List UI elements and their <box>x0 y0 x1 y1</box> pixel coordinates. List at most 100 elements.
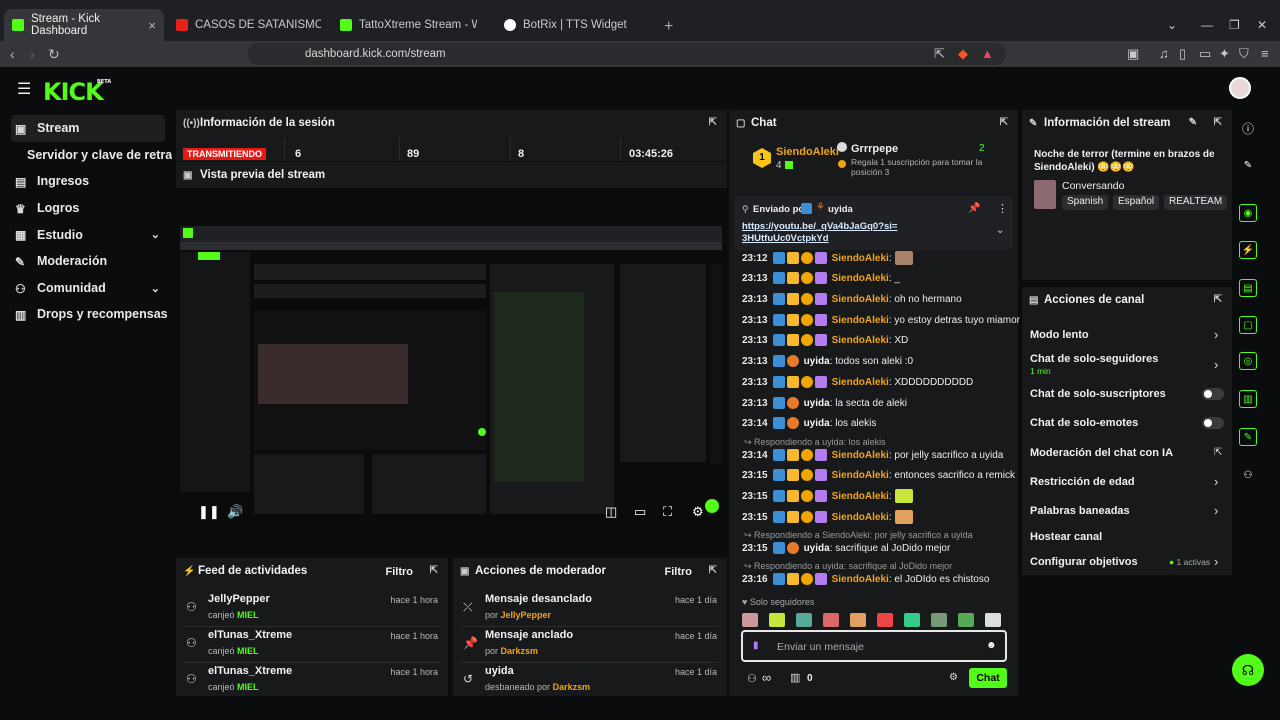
feed-user[interactable]: JellyPepper <box>208 593 270 605</box>
action-ai-moderation[interactable]: Moderación del chat con IA <box>1030 447 1173 459</box>
action-slow-mode[interactable]: Modo lento <box>1030 329 1089 341</box>
chat-username[interactable]: SiendoAleki <box>832 253 889 264</box>
emote-button[interactable] <box>877 613 893 627</box>
popout-icon[interactable]: ⇱ <box>709 565 717 576</box>
close-tab-icon[interactable]: × <box>148 18 156 33</box>
reload-icon[interactable]: ↻ <box>48 46 60 63</box>
emote-button[interactable] <box>985 613 1001 627</box>
chat-message[interactable]: 23:13 SiendoAleki: _ <box>742 270 900 286</box>
chat-message[interactable]: 23:15 SiendoAleki: <box>742 509 913 525</box>
chat-message[interactable]: 23:13 SiendoAleki: XD <box>742 332 908 348</box>
chat-message[interactable]: 23:13 SiendoAleki: yo estoy detras tuyo m… <box>742 312 1020 328</box>
chevron-right-icon[interactable]: › <box>1214 327 1218 342</box>
pause-icon[interactable]: ❚❚ <box>198 504 220 520</box>
community-icon[interactable]: ⚇ <box>1239 466 1257 484</box>
broadcast-icon[interactable]: ◎ <box>1239 352 1257 370</box>
chat-username[interactable]: SiendoAleki <box>832 491 889 502</box>
volume-icon[interactable]: 🔊 <box>227 504 243 520</box>
chat-message[interactable]: 23:16 SiendoAleki: el JoDIdo es chistoso <box>742 571 989 587</box>
tag-chip[interactable]: Spanish <box>1062 195 1109 210</box>
sidebar-item-ingresos[interactable]: ▤ Ingresos <box>0 168 172 195</box>
sidebar-item-stream[interactable]: ▣ Stream <box>11 115 165 142</box>
emote-button[interactable] <box>904 613 920 627</box>
wrench-icon[interactable]: ✎ <box>1239 428 1257 446</box>
chat-message[interactable]: 23:14 uyida: los alekis <box>742 415 876 431</box>
fullscreen-icon[interactable]: ⛶ <box>663 504 672 520</box>
close-window-icon[interactable]: ✕ <box>1257 18 1267 32</box>
chat-username[interactable]: SiendoAleki <box>832 273 889 284</box>
tab-satanismo[interactable]: CASOS DE SATANISMO EN MÉXICO <box>168 9 330 41</box>
mic-icon[interactable]: ▮ <box>753 640 759 651</box>
emote-button[interactable] <box>769 613 785 627</box>
chevron-down-icon[interactable]: ⌄ <box>996 225 1004 236</box>
sidebar-icon[interactable]: ▯ <box>1179 46 1186 62</box>
pinned-link[interactable]: https://youtu.be/_qVa4bJaGq0?si=3HUtfuUc… <box>742 221 902 245</box>
sidebar-item-estudio[interactable]: ▦ Estudio ⌄ <box>0 221 172 248</box>
send-chat-button[interactable]: Chat <box>969 668 1007 688</box>
chat-username[interactable]: SiendoAleki <box>832 512 889 523</box>
tab-kick-dashboard[interactable]: Stream - Kick Dashboard × <box>4 9 164 41</box>
emote-button[interactable] <box>742 613 758 627</box>
chat-username[interactable]: uyida <box>804 356 830 367</box>
chat-username[interactable]: uyida <box>804 398 830 409</box>
pinned-user[interactable]: uyida <box>828 204 853 215</box>
chevron-right-icon[interactable]: › <box>1214 474 1218 489</box>
emoji-icon[interactable]: ☻ <box>986 640 997 651</box>
top-gifter-name[interactable]: SiendoAleki <box>776 146 839 158</box>
action-host-channel[interactable]: Hostear canal <box>1030 531 1102 543</box>
rewards-icon[interactable]: ▲ <box>981 46 994 61</box>
camera-icon[interactable]: ◉ <box>1239 204 1257 222</box>
action-subs-only[interactable]: Chat de solo-suscriptores <box>1030 388 1166 400</box>
chat-message[interactable]: 23:14 SiendoAleki: por jelly sacrifico a … <box>742 447 1003 463</box>
maximize-icon[interactable]: ❐ <box>1229 18 1240 32</box>
share-icon[interactable]: ⇱ <box>934 46 945 62</box>
info-icon[interactable]: ⓘ <box>1239 119 1257 137</box>
tab-search-icon[interactable]: ⌄ <box>1167 18 1177 32</box>
chat-username[interactable]: uyida <box>804 543 830 554</box>
popout-icon[interactable]: ⇱ <box>430 565 438 576</box>
stream-preview-video[interactable] <box>176 222 726 520</box>
chat-username[interactable]: SiendoAleki <box>832 315 889 326</box>
chat-input[interactable]: ▮ Enviar un mensaje ☻ <box>741 630 1007 662</box>
feed-user[interactable]: elTunas_Xtreme <box>208 665 292 677</box>
action-configure-goals[interactable]: Configurar objetivos <box>1030 556 1138 568</box>
document-icon[interactable]: ▤ <box>1239 279 1257 297</box>
vpn-icon[interactable]: ⛉ <box>1239 46 1249 62</box>
chat-settings-icon[interactable]: ⚙ <box>949 672 958 683</box>
external-link-icon[interactable]: ⇱ <box>1214 447 1222 458</box>
chevron-right-icon[interactable]: › <box>1214 554 1218 569</box>
edit-icon[interactable]: ✎ <box>1239 156 1257 174</box>
popout-icon[interactable]: ⇱ <box>709 117 717 128</box>
chat-message[interactable]: 23:12 SiendoAleki: <box>742 250 913 266</box>
minimize-icon[interactable]: — <box>1201 18 1213 32</box>
chat-username[interactable]: SiendoAleki <box>832 450 889 461</box>
wallet-icon[interactable]: ▭ <box>1199 46 1211 62</box>
chevron-right-icon[interactable]: › <box>1214 503 1218 518</box>
avatar[interactable] <box>1229 77 1251 99</box>
leo-icon[interactable]: ✦ <box>1219 46 1230 62</box>
emote-button[interactable] <box>823 613 839 627</box>
popout-icon[interactable]: ⇱ <box>1000 117 1008 128</box>
action-banned-words[interactable]: Palabras baneadas <box>1030 505 1130 517</box>
action-emotes-only[interactable]: Chat de solo-emotes <box>1030 417 1138 429</box>
chat-username[interactable]: SiendoAleki <box>832 574 889 585</box>
chat-message[interactable]: 23:13 SiendoAleki: XDDDDDDDDDD <box>742 374 973 390</box>
emote-button[interactable] <box>850 613 866 627</box>
more-options-icon[interactable]: ⋮ <box>997 202 1008 215</box>
forward-icon[interactable]: › <box>30 46 35 62</box>
tag-chip[interactable]: REALTEAM <box>1164 195 1228 210</box>
edit-icon[interactable]: ✎ <box>1189 117 1197 128</box>
chat-message[interactable]: 23:15 SiendoAleki: <box>742 488 913 504</box>
sidebar-item-comunidad[interactable]: ⚇ Comunidad ⌄ <box>0 275 172 302</box>
chevron-right-icon[interactable]: › <box>1214 357 1218 372</box>
tab-botrix[interactable]: BotRix | TTS Widget <box>496 9 658 41</box>
emote-button[interactable] <box>931 613 947 627</box>
reader-icon[interactable]: ▣ <box>1127 46 1139 62</box>
popout-icon[interactable]: ⇱ <box>1214 294 1222 305</box>
kick-logo[interactable]: KICK BETA <box>43 78 111 106</box>
chat-username[interactable]: SiendoAleki <box>832 470 889 481</box>
back-icon[interactable]: ‹ <box>10 46 15 62</box>
emote-button[interactable] <box>958 613 974 627</box>
camera-switch-icon[interactable]: ◫ <box>605 504 617 520</box>
sidebar-item-drops[interactable]: ▥ Drops y recompensas <box>0 301 172 328</box>
